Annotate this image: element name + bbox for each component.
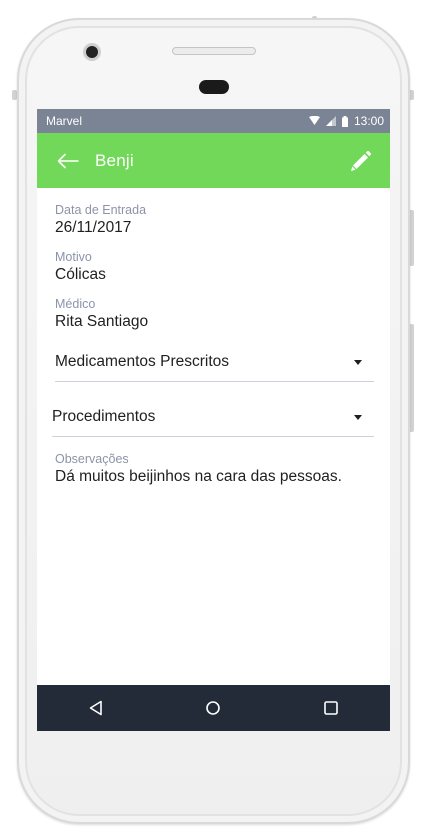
dropdown-label: Medicamentos Prescritos — [55, 353, 230, 370]
home-circle-icon[interactable] — [193, 693, 233, 723]
dropdown-label: Procedimentos — [52, 408, 156, 425]
field-value: 26/11/2017 — [55, 219, 132, 236]
status-bar: Marvel 13:00 — [37, 109, 390, 133]
caret-down-icon — [354, 359, 362, 365]
pencil-icon[interactable] — [350, 150, 372, 172]
medicamentos-dropdown[interactable]: Medicamentos Prescritos — [55, 343, 374, 382]
clock-time: 13:00 — [353, 114, 384, 128]
navigation-bar — [37, 685, 390, 731]
wifi-icon — [308, 116, 320, 126]
back-triangle-icon[interactable] — [76, 693, 116, 723]
signal-icon — [325, 116, 336, 126]
field-label: Motivo — [55, 250, 92, 264]
carrier-label: Marvel — [46, 114, 83, 128]
field-motivo: Motivo Cólicas — [55, 249, 374, 285]
arrow-left-icon[interactable] — [57, 153, 79, 169]
field-medico: Médico Rita Santiago — [55, 296, 374, 332]
app-bar: Benji — [37, 133, 390, 188]
field-value: Cólicas — [55, 266, 106, 283]
field-data-entrada: Data de Entrada 26/11/2017 — [55, 202, 374, 238]
proximity-sensor — [199, 80, 229, 94]
caret-down-icon — [354, 414, 362, 420]
status-icons: 13:00 — [308, 114, 384, 128]
earpiece-speaker — [172, 47, 256, 55]
field-label: Médico — [55, 297, 96, 311]
field-observacoes: Observações Dá muitos beijinhos na cara … — [55, 451, 374, 487]
recents-square-icon[interactable] — [311, 693, 351, 723]
procedimentos-dropdown[interactable]: Procedimentos — [52, 398, 374, 437]
app-bar-left: Benji — [57, 151, 134, 171]
screen: Marvel 13:00 Benji Data de Entrada 26/11… — [37, 109, 390, 731]
field-label: Data de Entrada — [55, 203, 147, 217]
front-camera — [86, 46, 98, 58]
battery-icon — [341, 115, 348, 127]
field-value: Dá muitos beijinhos na cara das pessoas. — [55, 468, 342, 485]
field-value: Rita Santiago — [55, 313, 149, 330]
page-title: Benji — [95, 150, 134, 170]
detail-content: Data de Entrada 26/11/2017 Motivo Cólica… — [37, 188, 390, 487]
field-label: Observações — [55, 452, 129, 466]
device-stage: Marvel 13:00 Benji Data de Entrada 26/11… — [0, 0, 430, 830]
